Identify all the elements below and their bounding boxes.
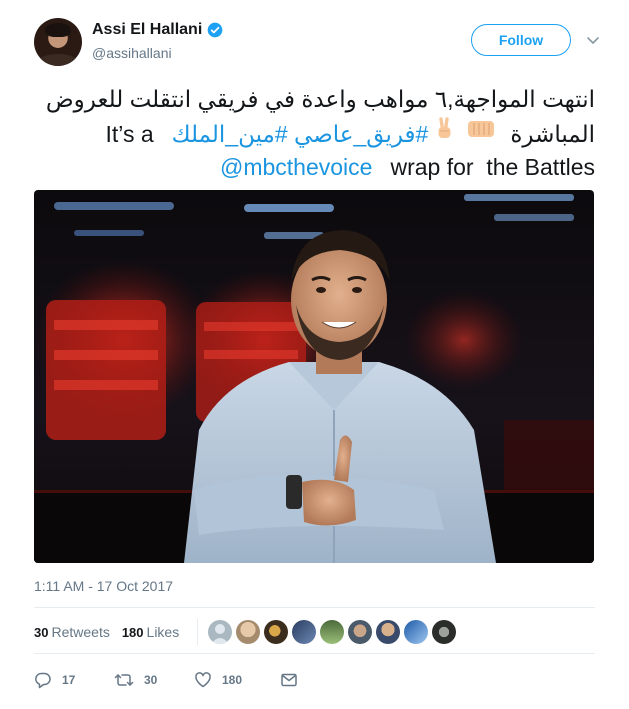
- stats-separator: [197, 619, 199, 645]
- avatar-hair: [45, 23, 71, 37]
- liker-avatar[interactable]: [432, 620, 457, 644]
- tweet-arabic-word: المباشرة: [510, 121, 595, 147]
- retweet-button[interactable]: 30: [114, 671, 194, 689]
- likes-stat[interactable]: 180 Likes: [122, 624, 179, 640]
- liker-avatar[interactable]: [208, 620, 233, 644]
- liker-avatar[interactable]: [236, 620, 261, 644]
- author-handle[interactable]: @assihallani: [92, 43, 223, 63]
- divider-top: [34, 607, 595, 608]
- victory-hand-icon: [438, 117, 451, 138]
- tweet-line-1: انتهت المواجهة,٦ مواهب واعدة في فريقي ان…: [34, 82, 595, 116]
- tweet-english-text: wrap for the Battles: [390, 154, 595, 180]
- tweet-stats: 30 Retweets 180 Likes: [34, 619, 460, 645]
- retweets-label: Retweets: [51, 624, 110, 640]
- reply-icon: [35, 672, 51, 689]
- retweets-stat[interactable]: 30 Retweets: [34, 624, 110, 640]
- retweet-count: 30: [144, 673, 158, 687]
- liker-avatar[interactable]: [264, 620, 289, 644]
- fist-bump-icon: [468, 121, 495, 137]
- tweet-photo-image: [34, 194, 594, 563]
- envelope-icon: [281, 673, 297, 687]
- tweet-timestamp[interactable]: 1:11 AM - 17 Oct 2017: [34, 577, 173, 595]
- liker-avatar[interactable]: [376, 620, 401, 644]
- tweet-text: انتهت المواجهة,٦ مواهب واعدة في فريقي ان…: [34, 82, 595, 184]
- reply-button[interactable]: 17: [34, 671, 114, 689]
- tweet-actions: 17 30 180: [34, 670, 298, 690]
- follow-button[interactable]: Follow: [471, 24, 571, 56]
- tweet-line-2: It’s a #فريق_عاصي #مين_الملك المباشرة: [34, 116, 595, 150]
- verified-badge-icon: [207, 22, 223, 38]
- tweet-english-intro: It’s a: [105, 121, 154, 147]
- direct-message-button[interactable]: [280, 671, 298, 689]
- divider-bottom: [34, 653, 595, 654]
- author-name-text[interactable]: Assi El Hallani: [92, 20, 202, 40]
- liker-avatar[interactable]: [292, 620, 317, 644]
- liker-avatar[interactable]: [404, 620, 429, 644]
- likers-avatars: [208, 620, 460, 644]
- author-display-name[interactable]: Assi El Hallani: [92, 20, 223, 40]
- like-button[interactable]: 180: [194, 671, 280, 689]
- reply-count: 17: [62, 673, 76, 687]
- liker-avatar[interactable]: [348, 620, 373, 644]
- likes-label: Likes: [146, 624, 180, 640]
- tweet-photo[interactable]: [34, 190, 594, 563]
- tweet-line-3: @mbcthevoice wrap for the Battles: [34, 150, 595, 184]
- author-avatar[interactable]: [34, 18, 82, 66]
- avatar-shoulder: [36, 54, 80, 66]
- like-count: 180: [222, 673, 243, 687]
- hashtag-links[interactable]: #فريق_عاصي #مين_الملك: [172, 117, 429, 151]
- liker-avatar[interactable]: [320, 620, 345, 644]
- tweet-arabic-sentence: انتهت المواجهة,٦ مواهب واعدة في فريقي ان…: [45, 86, 595, 112]
- chevron-down-icon[interactable]: [585, 32, 601, 48]
- likes-count: 180: [121, 625, 144, 640]
- tweet-header: Assi El Hallani @assihallani Follow: [34, 18, 601, 70]
- heart-icon: [195, 672, 211, 688]
- retweet-icon: [114, 674, 134, 686]
- retweets-count: 30: [34, 625, 49, 640]
- mention-link[interactable]: @mbcthevoice: [220, 150, 372, 184]
- author-name-block[interactable]: Assi El Hallani @assihallani: [92, 20, 223, 63]
